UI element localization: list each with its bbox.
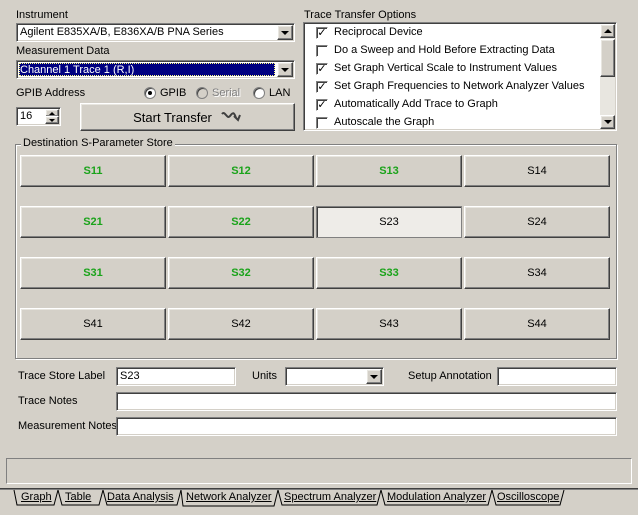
tab-network-analyzer[interactable]: Network Analyzer [186, 491, 272, 506]
tab-spectrum-analyzer[interactable]: Spectrum Analyzer [284, 491, 376, 506]
trace-notes-label: Trace Notes [18, 395, 78, 407]
start-transfer-label: Start Transfer [133, 109, 212, 125]
status-bar [6, 458, 632, 484]
s14-button[interactable]: S14 [464, 155, 610, 187]
autoscale-checkbox[interactable] [316, 117, 328, 129]
sweep-hold-label: Do a Sweep and Hold Before Extracting Da… [334, 44, 555, 56]
s23-label: S23 [379, 216, 399, 228]
s24-label: S24 [527, 216, 547, 228]
s34-label: S34 [527, 267, 547, 279]
s22-label: S22 [231, 216, 251, 228]
tab-graph[interactable]: Graph [21, 491, 52, 506]
s31-button[interactable]: S31 [20, 257, 166, 289]
gpib-address-spinner[interactable]: 16 [16, 107, 61, 126]
graph-frequencies-checkbox[interactable]: ✓ [316, 81, 328, 93]
s11-button[interactable]: S11 [20, 155, 166, 187]
s43-button[interactable]: S43 [316, 308, 462, 340]
s21-label: S21 [83, 216, 103, 228]
reciprocal-device-checkbox[interactable]: ✓ [316, 27, 328, 39]
s13-label: S13 [379, 165, 399, 177]
instrument-label: Instrument [16, 9, 68, 21]
s44-button[interactable]: S44 [464, 308, 610, 340]
s31-label: S31 [83, 267, 103, 279]
measurement-dropdown-button[interactable] [277, 62, 293, 77]
instrument-value: Agilent E835XA/B, E836XA/B PNA Series [20, 26, 224, 38]
s21-button[interactable]: S21 [20, 206, 166, 238]
s23-button[interactable]: S23 [316, 206, 462, 238]
s33-button[interactable]: S33 [316, 257, 462, 289]
s42-button[interactable]: S42 [168, 308, 314, 340]
graph-frequencies-label: Set Graph Frequencies to Network Analyze… [334, 80, 585, 92]
trace-notes-input[interactable] [116, 392, 617, 411]
reciprocal-device-label: Reciprocal Device [334, 26, 423, 38]
s43-label: S43 [379, 318, 399, 330]
autoscale-label: Autoscale the Graph [334, 116, 435, 128]
serial-radio[interactable] [196, 87, 208, 99]
measurement-notes-input[interactable] [116, 417, 617, 436]
measurement-notes-label: Measurement Notes [18, 420, 118, 432]
chevron-up-icon [603, 29, 612, 33]
chevron-down-icon [603, 120, 612, 124]
scroll-thumb[interactable] [600, 39, 615, 77]
s14-label: S14 [527, 165, 547, 177]
auto-add-trace-checkbox[interactable]: ✓ [316, 99, 328, 111]
s32-label: S32 [231, 267, 251, 279]
s22-button[interactable]: S22 [168, 206, 314, 238]
setup-annotation-label: Setup Annotation [408, 370, 492, 382]
trace-store-label-value: S23 [120, 370, 140, 382]
trace-store-label-label: Trace Store Label [18, 370, 106, 382]
trace-store-label-input[interactable]: S23 [116, 367, 236, 386]
s24-button[interactable]: S24 [464, 206, 610, 238]
chevron-down-icon [49, 118, 55, 122]
tab-oscilloscope[interactable]: Oscilloscope [497, 491, 559, 506]
chevron-down-icon [281, 30, 289, 35]
s33-label: S33 [379, 267, 399, 279]
s41-label: S41 [83, 318, 103, 330]
s13-button[interactable]: S13 [316, 155, 462, 187]
scroll-up-button[interactable] [600, 24, 615, 38]
measurement-label: Measurement Data [16, 45, 110, 57]
tab-data-analysis[interactable]: Data Analysis [107, 491, 174, 506]
vertical-scale-checkbox[interactable]: ✓ [316, 63, 328, 75]
serial-radio-label: Serial [212, 87, 241, 99]
start-transfer-button[interactable]: Start Transfer [80, 103, 295, 131]
tab-table[interactable]: Table [65, 491, 91, 506]
auto-add-trace-label: Automatically Add Trace to Graph [334, 98, 498, 110]
lan-radio-label: LAN [269, 87, 291, 99]
instrument-dropdown-button[interactable] [277, 25, 293, 40]
scroll-down-button[interactable] [600, 115, 615, 129]
transfer-wave-icon [221, 112, 241, 122]
units-dropdown-button[interactable] [366, 369, 382, 384]
instrument-dropdown[interactable]: Agilent E835XA/B, E836XA/B PNA Series [16, 23, 295, 42]
setup-annotation-input[interactable] [497, 367, 617, 386]
chevron-down-icon [281, 67, 289, 72]
chevron-down-icon [370, 374, 378, 379]
s12-label: S12 [231, 165, 251, 177]
units-dropdown[interactable] [285, 367, 384, 386]
gpib-address-label: GPIB Address [16, 87, 86, 99]
s41-button[interactable]: S41 [20, 308, 166, 340]
vertical-scale-label: Set Graph Vertical Scale to Instrument V… [334, 62, 557, 74]
s34-button[interactable]: S34 [464, 257, 610, 289]
lan-radio[interactable] [253, 87, 265, 99]
s42-label: S42 [231, 318, 251, 330]
s32-button[interactable]: S32 [168, 257, 314, 289]
trace-options-scrollbar[interactable] [600, 24, 615, 129]
gpib-radio-label: GPIB [160, 87, 187, 99]
spinner-down-button[interactable] [45, 116, 59, 124]
measurement-value: Channel 1 Trace 1 (R,I) [20, 64, 135, 76]
s12-button[interactable]: S12 [168, 155, 314, 187]
gpib-address-value: 16 [20, 110, 33, 122]
gpib-radio[interactable] [144, 87, 156, 99]
trace-options-title: Trace Transfer Options [304, 9, 417, 21]
s11-label: S11 [83, 165, 103, 177]
measurement-dropdown[interactable]: Channel 1 Trace 1 (R,I) [16, 60, 295, 79]
trace-options-list[interactable]: ✓ Reciprocal Device Do a Sweep and Hold … [303, 22, 617, 131]
units-label: Units [252, 370, 278, 382]
sparam-group-title: Destination S-Parameter Store [21, 137, 175, 149]
sweep-hold-checkbox[interactable] [316, 45, 328, 57]
chevron-up-icon [49, 111, 55, 115]
s44-label: S44 [527, 318, 547, 330]
tab-modulation-analyzer[interactable]: Modulation Analyzer [387, 491, 486, 506]
